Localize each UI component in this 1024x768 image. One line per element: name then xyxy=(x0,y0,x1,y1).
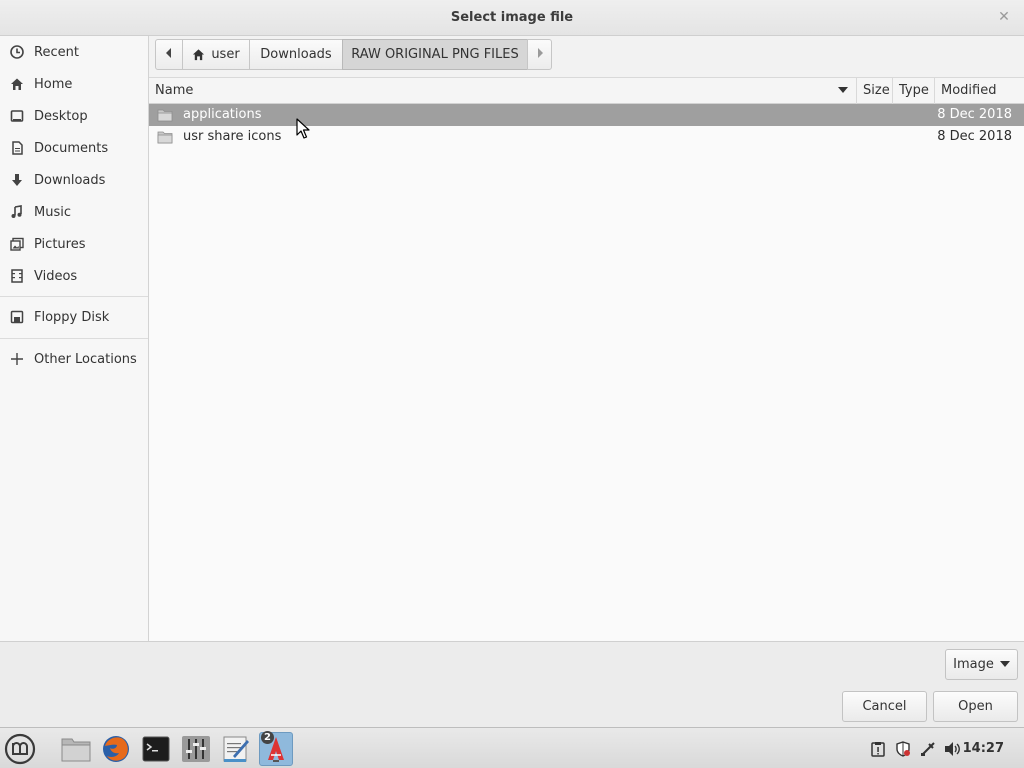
sidebar-item-label: Pictures xyxy=(34,236,86,252)
cancel-label: Cancel xyxy=(862,699,907,714)
sidebar-item-label: Videos xyxy=(34,268,78,284)
open-button[interactable]: Open xyxy=(933,691,1018,722)
sidebar-item-documents[interactable]: Documents xyxy=(0,132,148,164)
clipboard-icon[interactable] xyxy=(869,728,887,768)
firefox-icon[interactable] xyxy=(99,732,133,766)
column-size-label: Size xyxy=(863,83,890,98)
home-icon xyxy=(192,48,205,61)
filter-label: Image xyxy=(953,657,994,672)
sidebar-item-label: Other Locations xyxy=(34,351,137,367)
sidebar-item-label: Downloads xyxy=(34,172,106,188)
column-header-name[interactable]: Name xyxy=(149,78,857,104)
file-type-filter-dropdown[interactable]: Image xyxy=(945,649,1018,680)
network-icon[interactable] xyxy=(919,728,937,768)
file-name: applications xyxy=(183,107,262,122)
path-segment-raw-original-png-files[interactable]: RAW ORIGINAL PNG FILES xyxy=(342,39,528,70)
chevron-right-icon xyxy=(536,47,544,62)
picture-icon xyxy=(9,236,25,252)
taskbar: 2 14:27 xyxy=(0,727,1024,768)
cancel-button[interactable]: Cancel xyxy=(842,691,927,722)
file-row[interactable]: usr share icons 8 Dec 2018 xyxy=(149,126,1024,148)
desktop-icon xyxy=(9,108,25,124)
column-header-modified[interactable]: Modified xyxy=(935,78,1024,104)
sidebar-item-label: Desktop xyxy=(34,108,88,124)
places-sidebar: Recent Home Desktop Documents Downloads … xyxy=(0,36,149,641)
floppy-icon xyxy=(9,309,25,325)
path-segment-label: RAW ORIGINAL PNG FILES xyxy=(351,47,519,62)
chevron-left-icon xyxy=(165,47,173,62)
text-editor-icon[interactable] xyxy=(219,732,253,766)
terminal-icon[interactable] xyxy=(139,732,173,766)
sidebar-item-label: Recent xyxy=(34,44,79,60)
sidebar-item-other-locations[interactable]: Other Locations xyxy=(0,343,148,375)
folder-icon xyxy=(157,107,173,123)
sidebar-separator xyxy=(0,296,148,297)
file-list: Name Size Type Modified applications 8 D… xyxy=(149,77,1024,641)
path-segment-label: Downloads xyxy=(260,47,332,62)
sidebar-item-desktop[interactable]: Desktop xyxy=(0,100,148,132)
close-icon[interactable]: ✕ xyxy=(996,9,1012,25)
sidebar-item-pictures[interactable]: Pictures xyxy=(0,228,148,260)
mixer-icon[interactable] xyxy=(179,732,213,766)
chevron-down-icon xyxy=(999,661,1010,668)
sidebar-item-label: Documents xyxy=(34,140,109,156)
active-app-icon[interactable]: 2 xyxy=(259,731,293,766)
column-header: Name Size Type Modified xyxy=(149,77,1024,104)
document-icon xyxy=(9,140,25,156)
sort-descending-icon xyxy=(838,87,848,94)
path-segment-user[interactable]: user xyxy=(182,39,250,70)
shield-icon[interactable] xyxy=(894,728,912,768)
sidebar-item-label: Music xyxy=(34,204,71,220)
path-back-button[interactable] xyxy=(155,39,183,70)
sidebar-item-floppy-disk[interactable]: Floppy Disk xyxy=(0,301,148,333)
sidebar-item-videos[interactable]: Videos xyxy=(0,260,148,292)
dialog-action-area: Image Cancel Open xyxy=(0,641,1024,727)
clock[interactable]: 14:27 xyxy=(963,728,1004,768)
plus-icon xyxy=(9,351,25,367)
sidebar-item-label: Floppy Disk xyxy=(34,309,110,325)
sidebar-item-label: Home xyxy=(34,76,73,92)
title-bar: Select image file ✕ xyxy=(0,0,1024,36)
mouse-pointer-icon xyxy=(296,118,310,140)
sidebar-item-downloads[interactable]: Downloads xyxy=(0,164,148,196)
column-modified-label: Modified xyxy=(941,83,997,98)
window-title: Select image file xyxy=(450,10,574,25)
clock-icon xyxy=(9,44,25,60)
file-modified: 8 Dec 2018 xyxy=(937,107,1012,122)
sidebar-item-music[interactable]: Music xyxy=(0,196,148,228)
sidebar-item-home[interactable]: Home xyxy=(0,68,148,100)
sidebar-item-recent[interactable]: Recent xyxy=(0,36,148,68)
window-count-badge: 2 xyxy=(261,731,274,744)
file-name: usr share icons xyxy=(183,129,282,144)
path-segment-label: user xyxy=(211,47,240,62)
music-icon xyxy=(9,204,25,220)
column-header-size[interactable]: Size xyxy=(857,78,893,104)
column-type-label: Type xyxy=(899,83,929,98)
download-icon xyxy=(9,172,25,188)
path-segment-downloads[interactable]: Downloads xyxy=(249,39,343,70)
path-bar: user Downloads RAW ORIGINAL PNG FILES xyxy=(155,39,552,70)
file-manager-icon[interactable] xyxy=(59,732,93,766)
file-modified: 8 Dec 2018 xyxy=(937,129,1012,144)
home-icon xyxy=(9,76,25,92)
menu-icon[interactable] xyxy=(3,732,37,766)
video-icon xyxy=(9,268,25,284)
column-name-label: Name xyxy=(155,83,194,98)
file-row[interactable]: applications 8 Dec 2018 xyxy=(149,104,1024,126)
sidebar-separator xyxy=(0,338,148,339)
column-header-type[interactable]: Type xyxy=(893,78,935,104)
path-forward-button[interactable] xyxy=(527,39,552,70)
volume-icon[interactable] xyxy=(943,728,963,768)
folder-icon xyxy=(157,129,173,145)
open-label: Open xyxy=(958,699,993,714)
